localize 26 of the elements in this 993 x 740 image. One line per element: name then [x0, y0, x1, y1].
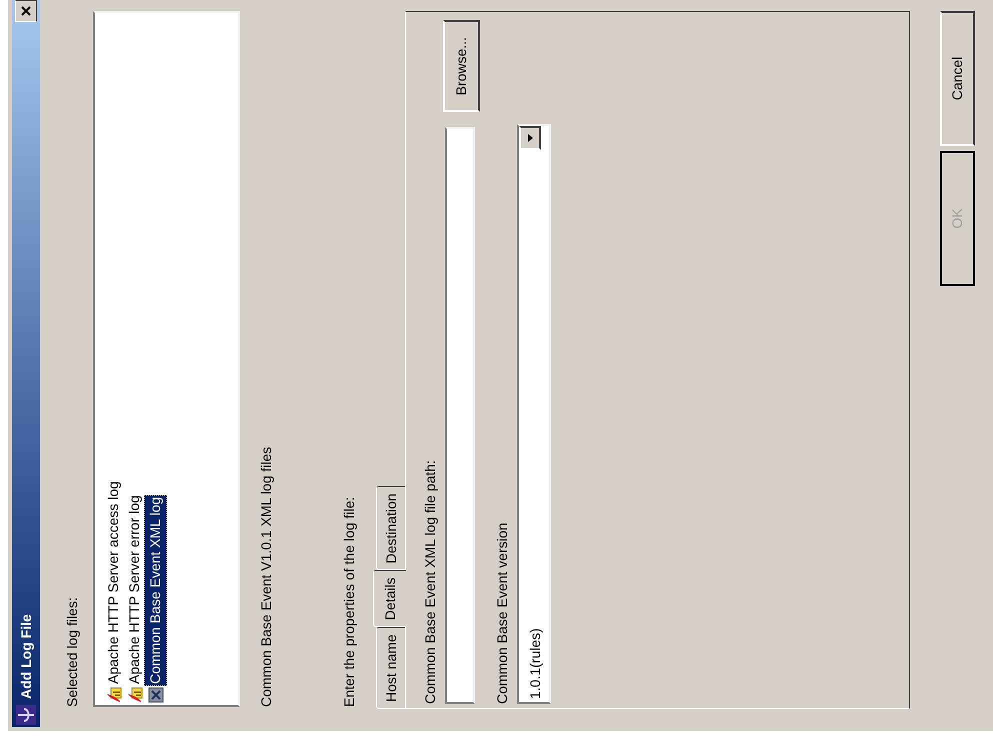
dialog-button[interactable]: Cancel — [940, 11, 975, 146]
path-field[interactable] — [445, 127, 475, 704]
list-item[interactable]: Common Base Event XML log — [144, 494, 167, 686]
version-combo[interactable]: 1.0.1(rules) — [517, 124, 551, 704]
dropdown-button[interactable] — [519, 126, 541, 150]
browse-button[interactable]: Browse... — [443, 20, 480, 112]
tab[interactable]: Details — [373, 570, 406, 628]
version-value: 1.0.1(rules) — [526, 627, 544, 699]
tab[interactable]: Host name — [376, 627, 405, 709]
list-label: Selected log files: — [63, 597, 81, 707]
xml-document-icon — [148, 687, 164, 703]
list-item[interactable]: Apache HTTP Server access log — [102, 479, 125, 686]
close-icon — [21, 6, 31, 16]
properties-label: Enter the properties of the log file: — [340, 496, 358, 707]
feather-document-icon — [106, 687, 122, 703]
log-file-list[interactable]: Apache HTTP Server access log Apache HTTP Server error log Common Base Event XML log — [93, 11, 240, 707]
feather-document-icon — [126, 687, 142, 703]
window-title: Add Log File — [16, 614, 35, 699]
tab[interactable]: Destination — [376, 486, 405, 570]
version-label: Common Base Event version — [493, 522, 511, 704]
list-item[interactable]: Apache HTTP Server error log — [123, 493, 146, 686]
description-text: Common Base Event V1.0.1 XML log files — [257, 446, 275, 707]
path-label: Common Base Event XML log file path: — [421, 460, 439, 704]
caret-icon — [528, 134, 532, 142]
app-icon — [16, 705, 36, 725]
close-button[interactable] — [15, 0, 37, 22]
